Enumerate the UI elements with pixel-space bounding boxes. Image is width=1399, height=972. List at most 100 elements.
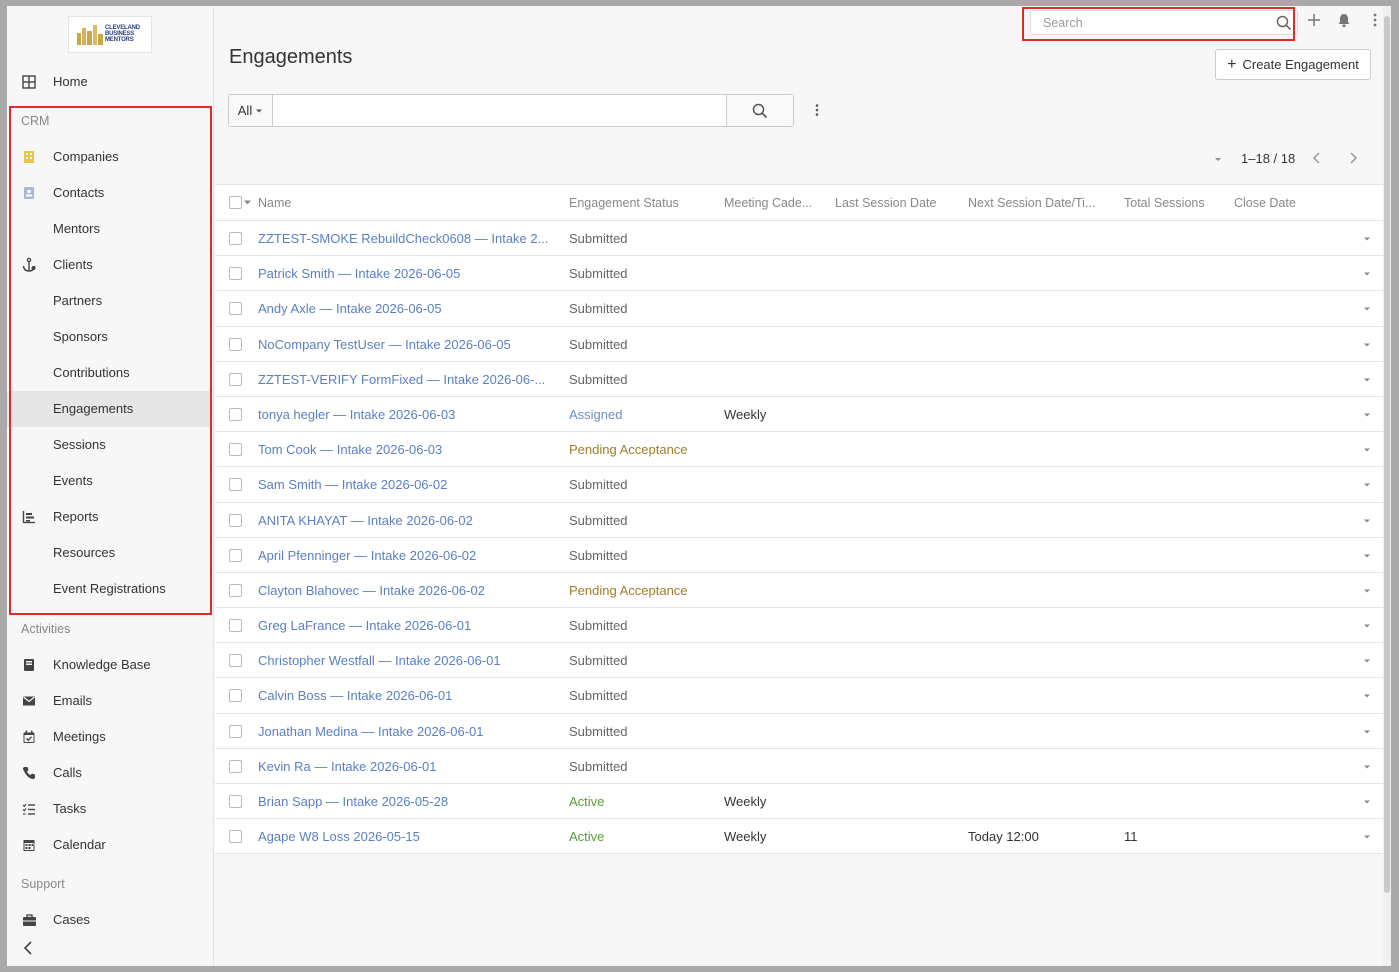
engagement-name-link[interactable]: Sam Smith — Intake 2026-06-02 bbox=[258, 477, 556, 493]
row-checkbox[interactable] bbox=[229, 337, 242, 351]
row-actions-caret-icon[interactable] bbox=[1363, 729, 1371, 735]
row-actions-caret-icon[interactable] bbox=[1363, 412, 1371, 418]
row-actions-caret-icon[interactable] bbox=[1363, 693, 1371, 699]
sidebar-item-clients[interactable]: Clients bbox=[7, 247, 210, 283]
engagement-name-link[interactable]: Kevin Ra — Intake 2026-06-01 bbox=[258, 759, 556, 775]
global-search[interactable] bbox=[1030, 10, 1298, 35]
caret-down-icon[interactable] bbox=[1213, 154, 1223, 164]
column-header-meeting-cadence[interactable]: Meeting Cade... bbox=[724, 196, 812, 210]
row-actions-caret-icon[interactable] bbox=[1363, 799, 1371, 805]
engagement-name-link[interactable]: Patrick Smith — Intake 2026-06-05 bbox=[258, 266, 556, 282]
column-header-engagement-status[interactable]: Engagement Status bbox=[569, 196, 679, 210]
filter-search-button[interactable] bbox=[726, 95, 793, 126]
column-header-next-session-date[interactable]: Next Session Date/Ti... bbox=[968, 196, 1095, 210]
column-header-close-date[interactable]: Close Date bbox=[1234, 196, 1296, 210]
row-checkbox[interactable] bbox=[229, 759, 242, 773]
sidebar-item-companies[interactable]: Companies bbox=[7, 139, 210, 175]
more-vertical-icon[interactable] bbox=[809, 102, 825, 118]
row-checkbox[interactable] bbox=[229, 795, 242, 808]
row-checkbox[interactable] bbox=[229, 654, 242, 668]
row-checkbox[interactable] bbox=[229, 232, 242, 245]
engagement-name-link[interactable]: Christopher Westfall — Intake 2026-06-01 bbox=[258, 653, 556, 669]
engagement-name-link[interactable]: tonya hegler — Intake 2026-06-03 bbox=[258, 407, 556, 423]
select-all-checkbox[interactable] bbox=[229, 196, 242, 209]
filter-text-input[interactable] bbox=[273, 95, 726, 126]
scrollbar-thumb[interactable] bbox=[1384, 16, 1390, 893]
sidebar-item-event-registrations[interactable]: Event Registrations bbox=[7, 571, 210, 607]
engagement-name-link[interactable]: Tom Cook — Intake 2026-06-03 bbox=[258, 442, 556, 458]
sidebar-item-resources[interactable]: Resources bbox=[7, 535, 210, 571]
sidebar-item-calendar[interactable]: Calendar bbox=[7, 827, 210, 863]
row-actions-caret-icon[interactable] bbox=[1363, 342, 1371, 348]
chevron-left-icon[interactable] bbox=[1309, 150, 1325, 166]
row-checkbox[interactable] bbox=[229, 583, 242, 597]
row-checkbox[interactable] bbox=[229, 548, 242, 562]
chevron-right-icon[interactable] bbox=[1345, 150, 1361, 166]
sidebar-item-sponsors[interactable]: Sponsors bbox=[7, 319, 210, 355]
engagement-name-link[interactable]: Calvin Boss — Intake 2026-06-01 bbox=[258, 688, 556, 704]
column-header-name[interactable]: Name bbox=[258, 196, 291, 210]
sidebar-item-contacts[interactable]: Contacts bbox=[7, 175, 210, 211]
filter-scope-dropdown[interactable]: All bbox=[229, 95, 273, 126]
caret-down-icon[interactable] bbox=[244, 200, 251, 205]
row-actions-caret-icon[interactable] bbox=[1363, 306, 1371, 312]
sidebar-item-emails[interactable]: Emails bbox=[7, 683, 210, 719]
row-actions-caret-icon[interactable] bbox=[1363, 271, 1371, 277]
sidebar-item-events[interactable]: Events bbox=[7, 463, 210, 499]
row-actions-caret-icon[interactable] bbox=[1363, 553, 1371, 559]
engagement-name-link[interactable]: NoCompany TestUser — Intake 2026-06-05 bbox=[258, 337, 556, 353]
sidebar-item-home[interactable]: Home bbox=[7, 64, 210, 100]
engagement-name-link[interactable]: Greg LaFrance — Intake 2026-06-01 bbox=[258, 618, 556, 634]
sidebar-item-cases[interactable]: Cases bbox=[7, 902, 210, 938]
column-header-last-session-date[interactable]: Last Session Date bbox=[835, 196, 936, 210]
global-search-input[interactable] bbox=[1031, 11, 1267, 34]
row-actions-caret-icon[interactable] bbox=[1363, 236, 1371, 242]
row-checkbox[interactable] bbox=[229, 407, 242, 421]
row-actions-caret-icon[interactable] bbox=[1363, 623, 1371, 629]
row-actions-caret-icon[interactable] bbox=[1363, 518, 1371, 524]
column-header-total-sessions[interactable]: Total Sessions bbox=[1124, 196, 1205, 210]
row-checkbox[interactable] bbox=[229, 443, 242, 457]
row-checkbox[interactable] bbox=[229, 724, 242, 738]
row-checkbox[interactable] bbox=[229, 372, 242, 386]
engagement-name-link[interactable]: Clayton Blahovec — Intake 2026-06-02 bbox=[258, 583, 556, 599]
sidebar-item-tasks[interactable]: Tasks bbox=[7, 791, 210, 827]
row-actions-caret-icon[interactable] bbox=[1363, 377, 1371, 383]
engagement-name-link[interactable]: ZZTEST-SMOKE RebuildCheck0608 — Intake 2… bbox=[258, 231, 556, 247]
row-actions-caret-icon[interactable] bbox=[1363, 834, 1371, 840]
row-actions-caret-icon[interactable] bbox=[1363, 658, 1371, 664]
sidebar-item-partners[interactable]: Partners bbox=[7, 283, 210, 319]
row-checkbox[interactable] bbox=[229, 267, 242, 281]
sidebar-item-mentors[interactable]: Mentors bbox=[7, 211, 210, 247]
row-checkbox[interactable] bbox=[229, 478, 242, 492]
bell-icon[interactable] bbox=[1336, 12, 1352, 28]
sidebar-item-reports[interactable]: Reports bbox=[7, 499, 210, 535]
engagement-name-link[interactable]: Agape W8 Loss 2026-05-15 bbox=[258, 829, 556, 845]
engagement-name-link[interactable]: Brian Sapp — Intake 2026-05-28 bbox=[258, 794, 556, 810]
plus-icon[interactable] bbox=[1306, 12, 1322, 28]
search-icon[interactable] bbox=[1276, 15, 1292, 31]
row-checkbox[interactable] bbox=[229, 830, 242, 844]
row-checkbox[interactable] bbox=[229, 513, 242, 527]
more-vertical-icon[interactable] bbox=[1367, 12, 1383, 28]
sidebar-item-sessions[interactable]: Sessions bbox=[7, 427, 210, 463]
row-actions-caret-icon[interactable] bbox=[1363, 482, 1371, 488]
sidebar-item-contributions[interactable]: Contributions bbox=[7, 355, 210, 391]
sidebar-item-meetings[interactable]: Meetings bbox=[7, 719, 210, 755]
row-checkbox[interactable] bbox=[229, 689, 242, 703]
engagement-name-link[interactable]: April Pfenninger — Intake 2026-06-02 bbox=[258, 548, 556, 564]
sidebar-item-knowledge-base[interactable]: Knowledge Base bbox=[7, 647, 210, 683]
row-actions-caret-icon[interactable] bbox=[1363, 588, 1371, 594]
engagement-name-link[interactable]: Andy Axle — Intake 2026-06-05 bbox=[258, 301, 556, 317]
row-actions-caret-icon[interactable] bbox=[1363, 764, 1371, 770]
engagement-name-link[interactable]: ANITA KHAYAT — Intake 2026-06-02 bbox=[258, 513, 556, 529]
sidebar-item-calls[interactable]: Calls bbox=[7, 755, 210, 791]
row-checkbox[interactable] bbox=[229, 619, 242, 633]
row-actions-caret-icon[interactable] bbox=[1363, 447, 1371, 453]
engagement-name-link[interactable]: ZZTEST-VERIFY FormFixed — Intake 2026-06… bbox=[258, 372, 556, 388]
company-logo[interactable]: CLEVELAND BUSINESS MENTORS bbox=[68, 16, 152, 53]
create-engagement-button[interactable]: + Create Engagement bbox=[1215, 49, 1371, 80]
collapse-sidebar-icon[interactable] bbox=[21, 940, 35, 956]
engagement-name-link[interactable]: Jonathan Medina — Intake 2026-06-01 bbox=[258, 724, 556, 740]
row-checkbox[interactable] bbox=[229, 302, 242, 316]
